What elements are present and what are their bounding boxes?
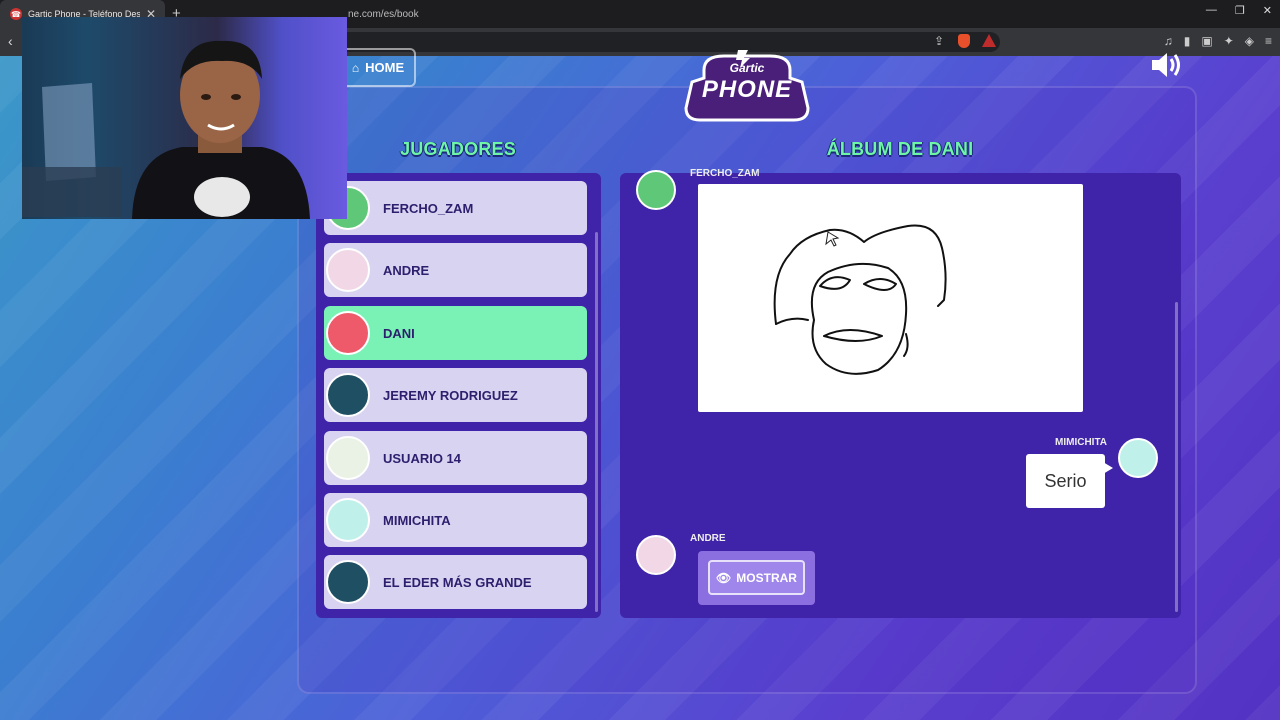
player-name: FERCHO_ZAM xyxy=(383,200,474,216)
home-icon: ⌂ xyxy=(351,60,360,75)
brave-shield-icon[interactable] xyxy=(958,34,970,48)
webcam-overlay xyxy=(22,17,347,219)
home-label: HOME xyxy=(365,60,405,75)
drawing-author: FERCHO_ZAM xyxy=(690,168,760,179)
menu-icon[interactable]: ≡ xyxy=(1265,34,1272,48)
wallet-icon[interactable]: ▣ xyxy=(1201,34,1212,48)
mimichita-avatar xyxy=(1118,438,1158,478)
player-avatar xyxy=(326,373,370,417)
album-heading: ÁLBUM DE DANI xyxy=(826,139,974,159)
player-name: EL EDER MÁS GRANDE xyxy=(383,574,532,590)
player-name: USUARIO 14 xyxy=(383,450,462,466)
pending-author: ANDRE xyxy=(690,533,726,544)
phone-icon: ☎ xyxy=(10,8,22,20)
streamer-image xyxy=(22,40,310,219)
sidebar-icon[interactable]: ▮ xyxy=(1184,34,1191,48)
player-avatar xyxy=(326,436,370,480)
player-name: JEREMY RODRIGUEZ xyxy=(383,387,518,403)
share-icon[interactable]: ⇪ xyxy=(934,34,944,48)
player-avatar xyxy=(326,311,370,355)
media-icon[interactable]: ♫ xyxy=(1164,34,1173,48)
url-text: ne.com/es/book xyxy=(348,9,419,20)
player-avatar xyxy=(326,248,370,292)
url-field[interactable] xyxy=(330,32,1000,52)
player-row[interactable]: FERCHO_ZAM xyxy=(324,181,587,235)
gartic-phone-logo: Gartic PHONE xyxy=(684,48,810,124)
player-row[interactable]: EL EDER MÁS GRANDE xyxy=(324,555,587,609)
players-heading: JUGADORES xyxy=(400,139,516,159)
window-controls: — ❐ ✕ xyxy=(1206,4,1272,17)
player-name: MIMICHITA xyxy=(383,512,451,528)
player-name: ANDRE xyxy=(383,262,430,278)
close-window-icon[interactable]: ✕ xyxy=(1263,4,1272,17)
player-row[interactable]: DANI xyxy=(324,306,587,360)
player-avatar xyxy=(326,498,370,542)
album-scrollbar[interactable] xyxy=(1175,302,1178,612)
restore-icon[interactable]: ❐ xyxy=(1235,4,1245,17)
speech-bubble: Serio xyxy=(1026,454,1113,508)
speech-text: Serio xyxy=(1044,470,1087,491)
player-name: DANI xyxy=(383,325,415,341)
logo-main-text: PHONE xyxy=(701,76,793,103)
back-arrow-icon[interactable]: ‹ xyxy=(8,33,13,49)
vpn-icon[interactable]: ◈ xyxy=(1245,34,1254,48)
andre-avatar xyxy=(636,535,676,575)
toolbar-icons: ♫ ▮ ▣ ✦ ◈ ≡ xyxy=(1164,34,1272,48)
mostrar-button[interactable]: 👁 MOSTRAR xyxy=(708,560,805,595)
sound-icon[interactable] xyxy=(1150,50,1184,80)
player-row[interactable]: MIMICHITA xyxy=(324,493,587,547)
players-scrollbar[interactable] xyxy=(595,232,598,612)
eye-icon: 👁 xyxy=(716,570,732,585)
text-author: MIMICHITA xyxy=(1055,437,1108,448)
minimize-icon[interactable]: — xyxy=(1206,4,1217,17)
logo-top-text: Gartic xyxy=(729,61,765,75)
player-avatar xyxy=(326,560,370,604)
mostrar-label: MOSTRAR xyxy=(736,570,797,585)
face-drawing xyxy=(773,224,947,375)
player-row[interactable]: JEREMY RODRIGUEZ xyxy=(324,368,587,422)
fercho-avatar xyxy=(636,170,676,210)
drawing-card xyxy=(698,184,1083,412)
player-row[interactable]: USUARIO 14 xyxy=(324,431,587,485)
leo-icon[interactable]: ✦ xyxy=(1224,34,1234,48)
home-button[interactable]: ⌂ HOME xyxy=(340,48,416,87)
player-row[interactable]: ANDRE xyxy=(324,243,587,297)
